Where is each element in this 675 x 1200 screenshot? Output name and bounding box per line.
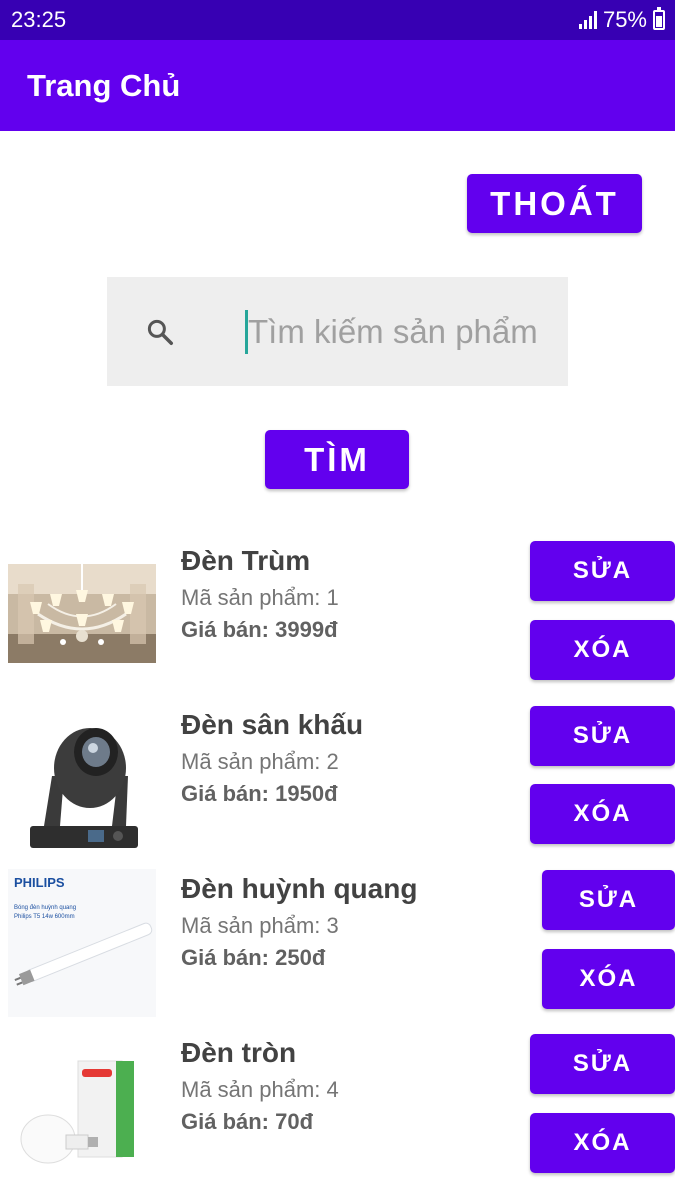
product-image-stage-light: [8, 706, 156, 854]
edit-button[interactable]: SỬA: [530, 541, 675, 601]
product-price: Giá bán: 250đ: [181, 945, 326, 970]
edit-button[interactable]: SỬA: [530, 1034, 675, 1094]
delete-button[interactable]: XÓA: [542, 949, 675, 1009]
product-name: Đèn huỳnh quang: [181, 873, 418, 904]
product-name: Đèn tròn: [181, 1037, 297, 1068]
svg-text:Bóng đèn huỳnh quang: Bóng đèn huỳnh quang: [14, 905, 76, 911]
product-item: Đèn Trùm Mã sản phẩm: 1 Giá bán: 3999đ S…: [0, 541, 675, 705]
product-item: Đèn sân khấu Mã sản phẩm: 2 Giá bán: 195…: [0, 706, 675, 869]
status-indicators: 75%: [578, 7, 665, 33]
product-price: Giá bán: 70đ: [181, 1109, 314, 1134]
product-item: PHILIPS Bóng đèn huỳnh quang Philips T5 …: [0, 869, 675, 1033]
product-image-fluorescent: PHILIPS Bóng đèn huỳnh quang Philips T5 …: [8, 869, 156, 1017]
edit-button[interactable]: SỬA: [542, 870, 675, 930]
product-name: Đèn Trùm: [181, 545, 311, 576]
product-image-chandelier: [8, 564, 156, 663]
philips-brand: PHILIPS: [14, 875, 65, 890]
product-name: Đèn sân khấu: [181, 709, 364, 740]
product-image-bulb: [8, 1051, 156, 1199]
product-price: Giá bán: 1950đ: [181, 781, 338, 806]
app-bar: Trang Chủ: [0, 40, 675, 131]
search-box: [107, 277, 568, 386]
product-code: Mã sản phẩm: 3: [181, 913, 339, 938]
status-bar: 23:25 75%: [0, 0, 675, 40]
svg-text:Philips T5 14w 600mm: Philips T5 14w 600mm: [14, 914, 75, 920]
search-button[interactable]: TÌM: [265, 430, 409, 489]
delete-button[interactable]: XÓA: [530, 784, 675, 844]
delete-button[interactable]: XÓA: [530, 620, 675, 680]
search-input[interactable]: [248, 307, 558, 357]
product-item: Đèn tròn Mã sản phẩm: 4 Giá bán: 70đ SỬA…: [0, 1034, 675, 1199]
edit-button[interactable]: SỬA: [530, 706, 675, 766]
product-price: Giá bán: 3999đ: [181, 617, 338, 642]
page-title: Trang Chủ: [27, 68, 181, 103]
signal-icon: [578, 11, 597, 29]
battery-percent: 75%: [602, 7, 647, 32]
search-icon: [147, 319, 173, 345]
product-code: Mã sản phẩm: 2: [181, 749, 339, 774]
status-time: 23:25: [11, 7, 67, 32]
product-code: Mã sản phẩm: 1: [181, 585, 339, 610]
logout-button[interactable]: THOÁT: [467, 174, 642, 233]
delete-button[interactable]: XÓA: [530, 1113, 675, 1173]
battery-icon: [653, 7, 665, 30]
product-code: Mã sản phẩm: 4: [181, 1077, 339, 1102]
